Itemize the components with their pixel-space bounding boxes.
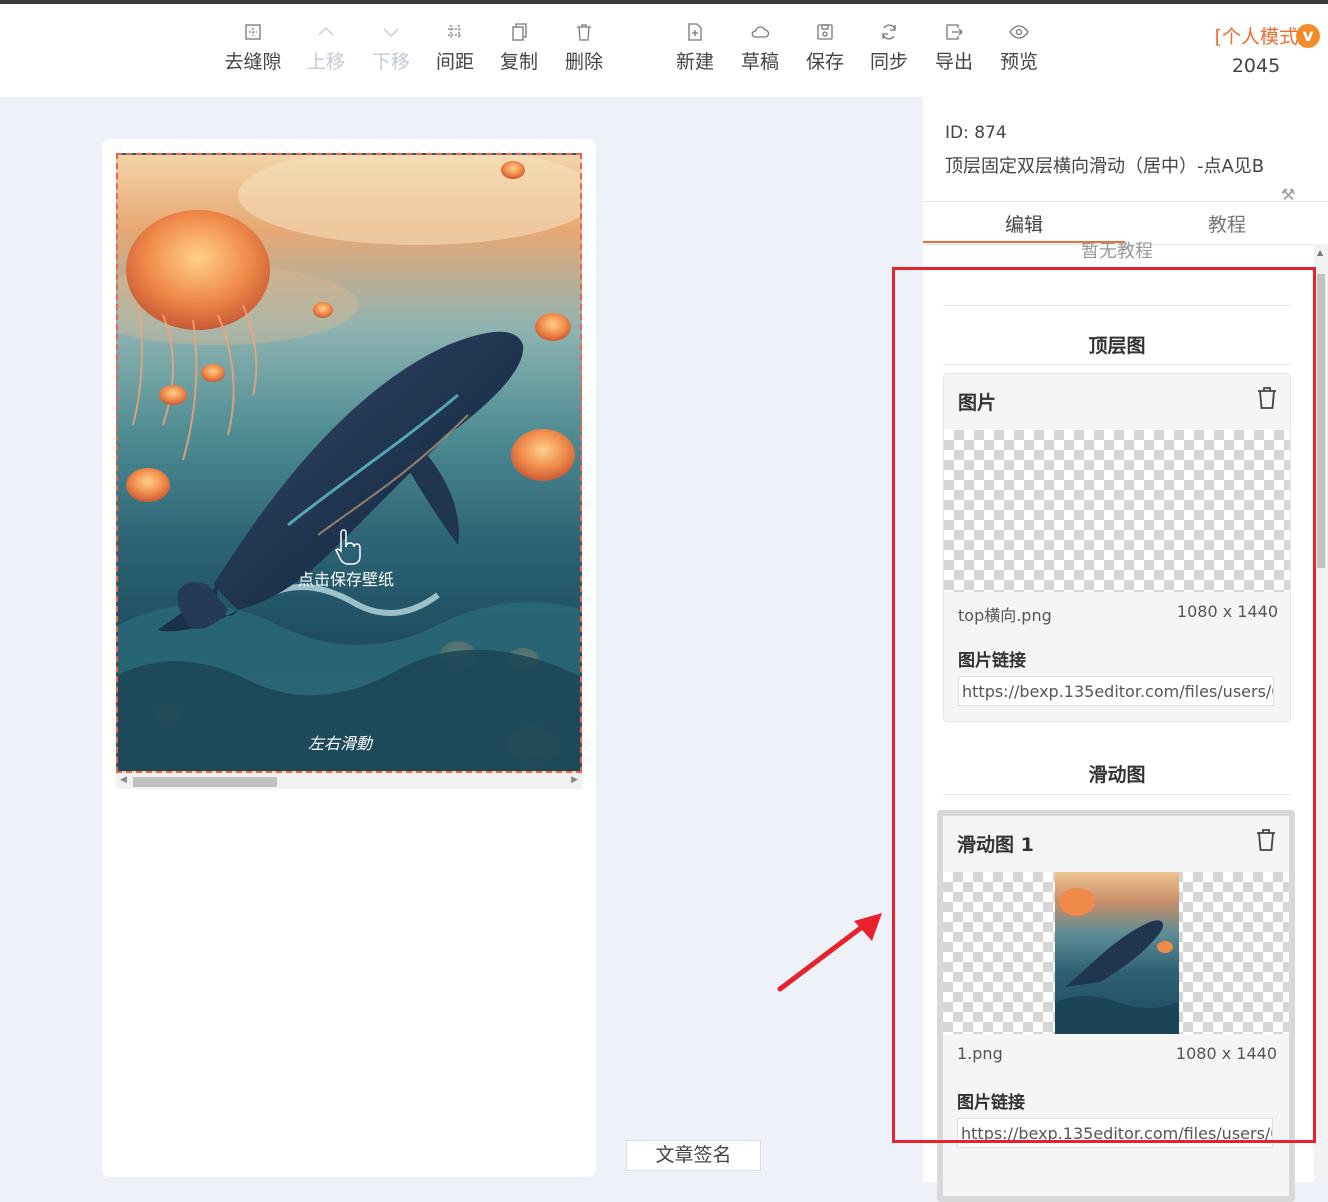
preview-label: 预览 xyxy=(999,51,1038,73)
slide-image-filename: 1.png xyxy=(957,1044,1003,1063)
top-image-link-label: 图片链接 xyxy=(958,651,1026,671)
copy-icon xyxy=(512,23,527,41)
vip-badge-icon: v xyxy=(1296,23,1320,48)
sync-icon xyxy=(882,24,896,40)
section-divider xyxy=(943,305,1291,306)
draft-label: 草稿 xyxy=(740,51,779,73)
toolbar: 去缝隙 上移 下移 间距 复制 删除 新建 草稿 保存 同步 导出 预览 [个人… xyxy=(0,4,1328,98)
personal-mode[interactable]: [个人模式 v 2045 xyxy=(1200,22,1320,77)
scroll-up-icon[interactable]: ▲ xyxy=(1317,248,1323,257)
scrollbar-thumb[interactable] xyxy=(133,777,277,787)
new-button[interactable]: 新建 xyxy=(663,22,727,74)
slide-thumbnail xyxy=(1055,872,1179,1034)
remove-gap-icon xyxy=(245,24,261,40)
export-icon xyxy=(946,24,963,40)
top-layer-section-title: 顶层图 xyxy=(1088,335,1146,357)
copy-label: 复制 xyxy=(499,51,538,73)
trash-icon xyxy=(577,24,591,41)
tab-edit[interactable]: 编辑 xyxy=(923,210,1125,237)
top-image-filename: top横向.png xyxy=(958,606,1052,625)
slide-image-preview[interactable] xyxy=(943,872,1289,1034)
preview-button[interactable]: 预览 xyxy=(987,22,1051,74)
trash-icon[interactable] xyxy=(1255,828,1277,852)
vertical-scrollbar-thumb[interactable] xyxy=(1317,274,1325,568)
remove-gap-label: 去缝隙 xyxy=(224,51,282,73)
no-tutorial-text: 暂无教程 xyxy=(1081,241,1153,262)
sync-label: 同步 xyxy=(869,51,908,73)
new-file-icon xyxy=(688,23,702,41)
chevron-down-icon xyxy=(383,28,399,37)
slide-image-link-input[interactable]: https://bexp.135editor.com/files/users/0… xyxy=(957,1118,1273,1148)
mode-label: [个人模式 xyxy=(1214,26,1298,48)
scroll-right-icon[interactable]: ▶ xyxy=(571,775,578,785)
copy-button[interactable]: 复制 xyxy=(487,22,551,74)
move-down-button[interactable]: 下移 xyxy=(359,22,423,74)
spacing-label: 间距 xyxy=(435,51,474,73)
draft-button[interactable]: 草稿 xyxy=(728,22,792,74)
template-id: ID: 874 xyxy=(945,123,1007,143)
delete-label: 删除 xyxy=(564,51,603,73)
save-label: 保存 xyxy=(805,51,844,73)
slide-image-card-title: 滑动图 1 xyxy=(957,834,1034,856)
export-button[interactable]: 导出 xyxy=(922,22,986,74)
slide-image-card: 滑动图 1 1.png 1080 x 1440 图片链接 https://bex… xyxy=(937,810,1295,1202)
section-divider xyxy=(943,364,1291,365)
whale-illustration: 点击保存壁纸 左右滑動 xyxy=(118,155,580,771)
remove-gap-button[interactable]: 去缝隙 xyxy=(221,22,285,74)
export-label: 导出 xyxy=(934,51,973,73)
slide-image-link-label: 图片链接 xyxy=(957,1093,1025,1113)
sync-button[interactable]: 同步 xyxy=(857,22,921,74)
top-image-link-input[interactable]: https://bexp.135editor.com/files/users/0… xyxy=(958,676,1274,706)
editor-canvas: 点击保存壁纸 左右滑動 ◀ ▶ xyxy=(102,139,596,1177)
mode-count: 2045 xyxy=(1231,55,1281,77)
image-swipe-text: 左右滑動 xyxy=(308,734,374,753)
cloud-icon xyxy=(751,26,770,38)
top-image-card: 图片 top横向.png 1080 x 1440 图片链接 https://be… xyxy=(943,373,1291,722)
article-signature-button[interactable]: 文章签名 xyxy=(626,1140,761,1171)
panel-vertical-scrollbar[interactable]: ▲ xyxy=(1314,244,1328,1182)
whale-jellyfish-image[interactable]: 点击保存壁纸 左右滑動 xyxy=(116,153,582,773)
eye-icon xyxy=(1009,25,1029,39)
image-save-text: 点击保存壁纸 xyxy=(298,570,394,589)
delete-button[interactable]: 删除 xyxy=(552,22,616,74)
chevron-up-icon xyxy=(318,27,334,36)
spacing-icon xyxy=(448,25,462,39)
template-name: 顶层固定双层横向滑动（居中）-点A见B xyxy=(945,156,1265,177)
slide-image-dimensions: 1080 x 1440 xyxy=(1175,1044,1277,1063)
move-up-button[interactable]: 上移 xyxy=(294,22,358,74)
tab-tutorial[interactable]: 教程 xyxy=(1126,210,1328,237)
section-divider xyxy=(943,794,1291,795)
top-image-dimensions: 1080 x 1440 xyxy=(1176,602,1278,621)
top-image-preview[interactable] xyxy=(944,430,1290,592)
move-down-label: 下移 xyxy=(371,51,410,73)
move-up-label: 上移 xyxy=(306,51,345,73)
trash-icon[interactable] xyxy=(1256,386,1278,410)
horizontal-scrollbar[interactable]: ◀ ▶ xyxy=(116,773,582,789)
save-button[interactable]: 保存 xyxy=(793,22,857,74)
spacing-button[interactable]: 间距 xyxy=(423,22,487,74)
save-icon xyxy=(817,24,833,40)
scroll-left-icon[interactable]: ◀ xyxy=(120,775,127,785)
annotation-arrow-icon xyxy=(777,913,882,992)
new-label: 新建 xyxy=(675,51,714,73)
slide-section-title: 滑动图 xyxy=(1088,764,1146,786)
top-image-card-title: 图片 xyxy=(958,392,997,414)
